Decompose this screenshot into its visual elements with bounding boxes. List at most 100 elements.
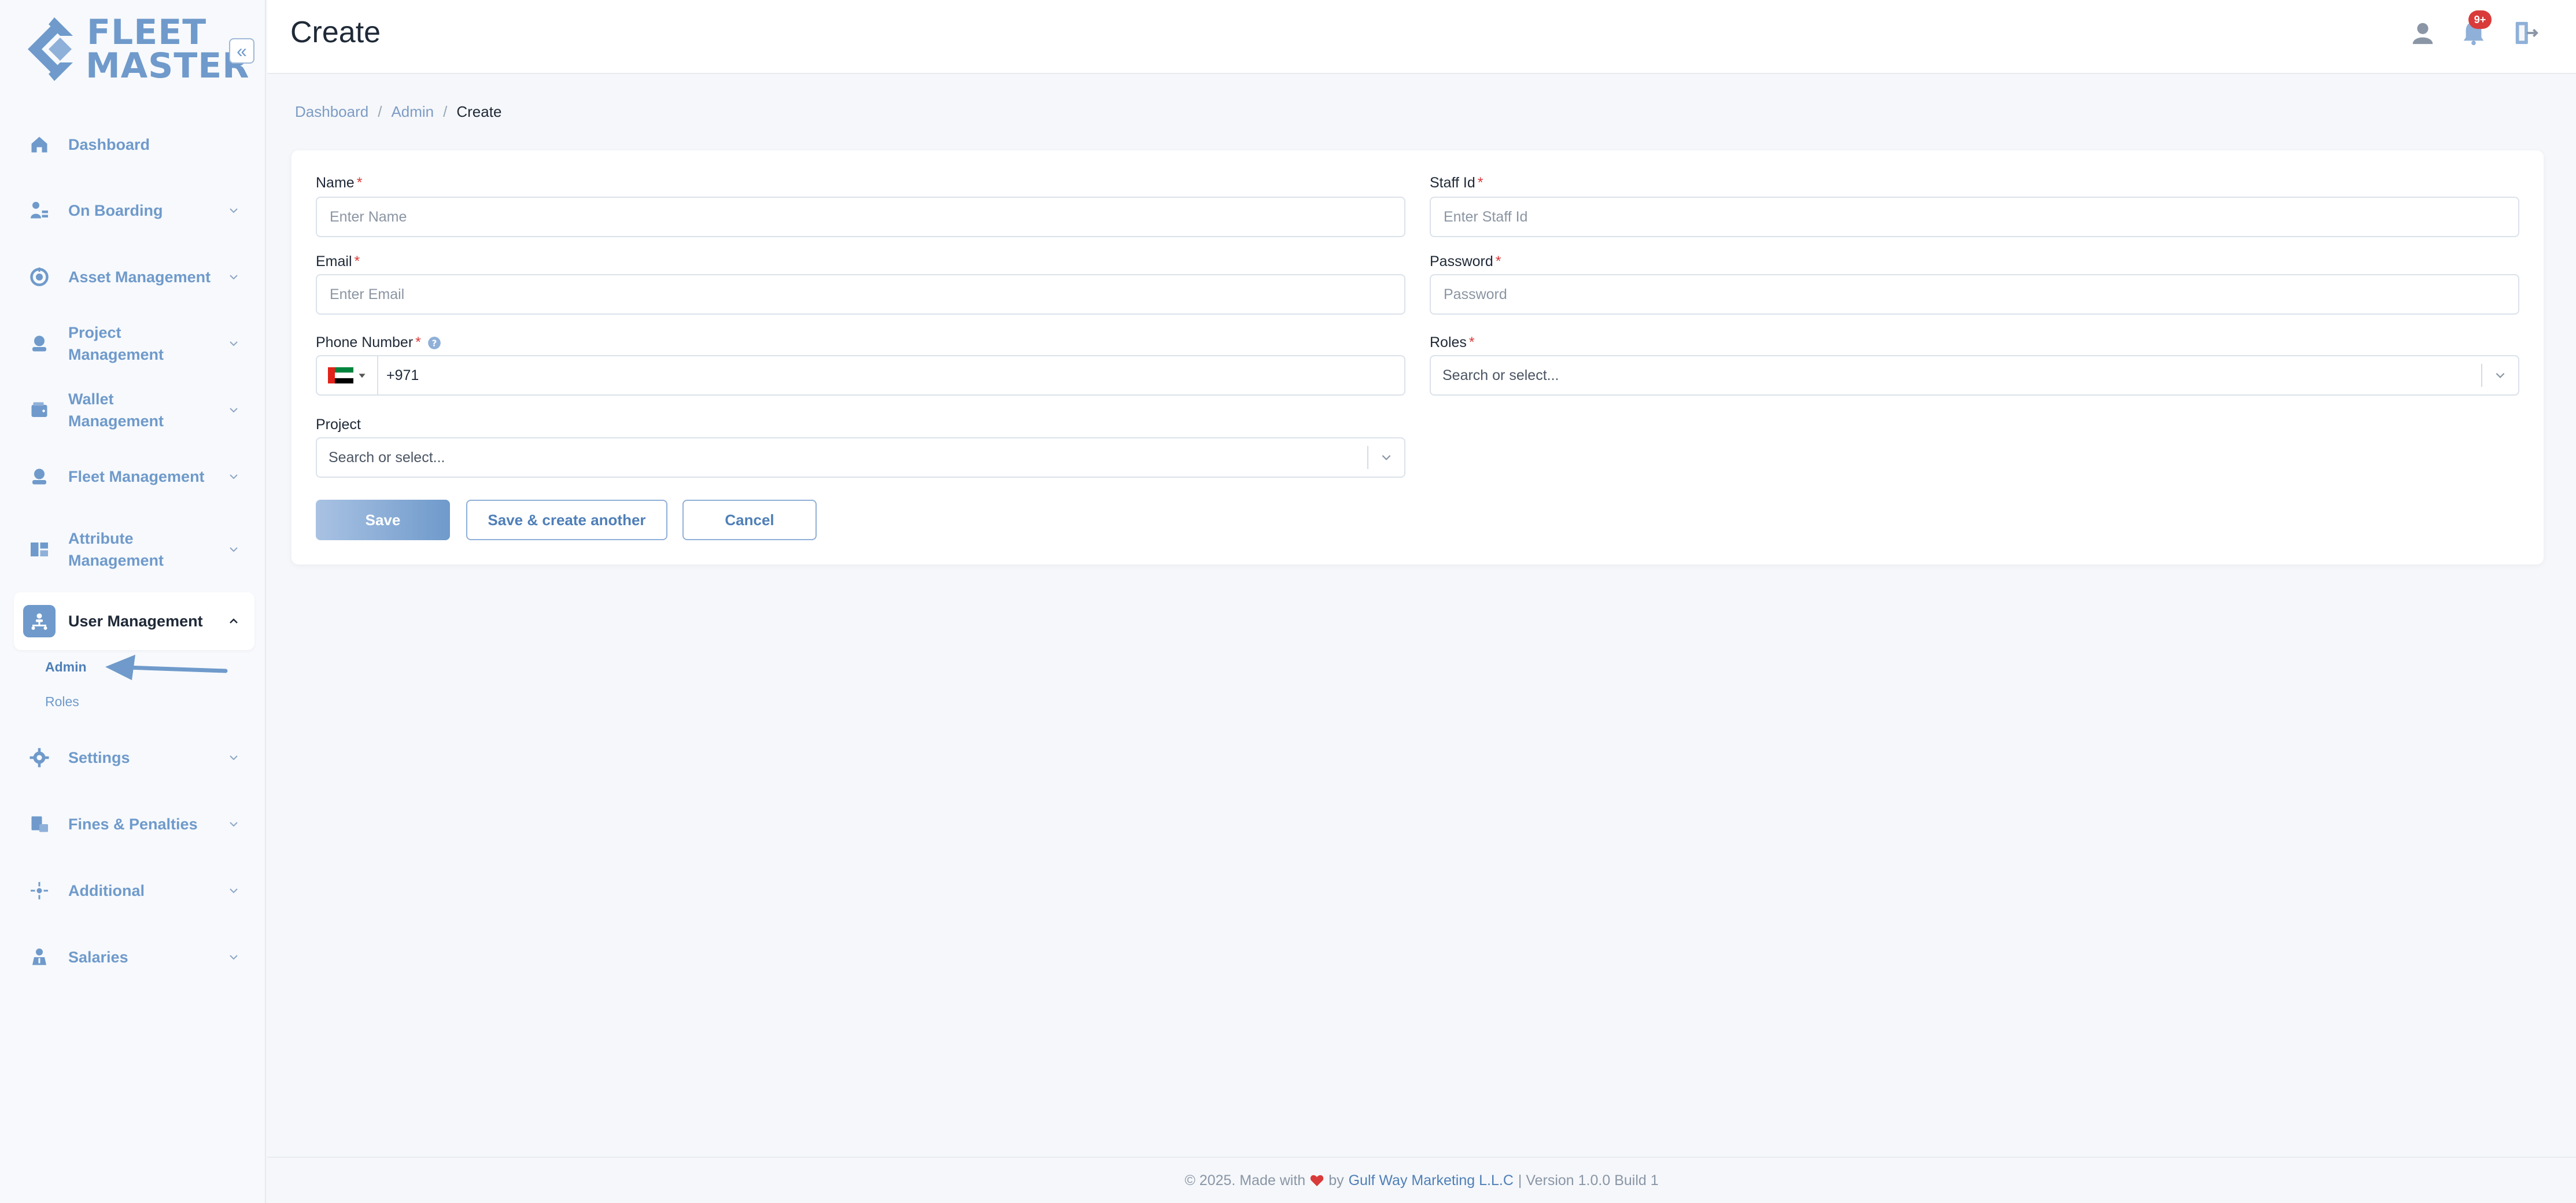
name-label: Name * xyxy=(316,175,363,191)
collapse-sidebar-button[interactable]: « xyxy=(229,38,254,64)
sidebar-item-label: Fleet Management xyxy=(68,468,205,485)
fleet-icon xyxy=(23,460,56,493)
heart-icon xyxy=(1310,1175,1324,1186)
notification-badge: 9+ xyxy=(2468,10,2492,29)
chevron-down-icon xyxy=(230,888,238,894)
staff-id-input[interactable] xyxy=(1430,197,2519,237)
sidebar-subitem-admin[interactable]: Admin xyxy=(45,659,87,675)
chevron-down-icon xyxy=(230,275,238,280)
help-icon[interactable]: ? xyxy=(427,335,442,350)
sidebar-item-on-boarding[interactable]: On Boarding xyxy=(14,182,254,239)
breadcrumb-dashboard[interactable]: Dashboard xyxy=(295,103,368,121)
roles-label: Roles * xyxy=(1430,334,1475,350)
app-logo[interactable]: FLEET MASTER xyxy=(25,15,249,83)
user-profile-icon[interactable] xyxy=(2409,20,2436,46)
required-marker: * xyxy=(1477,175,1483,191)
sidebar-item-label: User Management xyxy=(68,612,203,630)
footer-version: | Version 1.0.0 Build 1 xyxy=(1518,1172,1659,1189)
project-select-placeholder: Search or select... xyxy=(329,449,445,466)
breadcrumb-separator: / xyxy=(443,103,448,120)
sidebar-item-label: Wallet Management xyxy=(68,390,164,430)
sidebar-item-user-management[interactable]: User Management xyxy=(14,592,254,650)
required-marker: * xyxy=(1495,253,1501,270)
required-marker: * xyxy=(356,175,363,191)
sidebar-item-fleet-management[interactable]: Fleet Management xyxy=(14,448,254,505)
attribute-icon xyxy=(23,533,56,566)
salaries-icon xyxy=(23,941,56,973)
home-icon xyxy=(23,128,56,161)
save-button[interactable]: Save xyxy=(316,500,450,540)
sidebar-item-label: Fines & Penalties xyxy=(68,815,198,833)
cancel-button[interactable]: Cancel xyxy=(682,500,817,540)
sidebar-item-asset-management[interactable]: Asset Management xyxy=(14,248,254,306)
email-label: Email * xyxy=(316,253,360,270)
additional-icon xyxy=(23,874,56,907)
chevron-down-icon xyxy=(2482,369,2518,382)
required-marker: * xyxy=(415,334,421,350)
sidebar-item-settings[interactable]: Settings xyxy=(14,729,254,787)
user-management-icon xyxy=(23,605,56,637)
logo-text: FLEET MASTER xyxy=(86,12,250,86)
sidebar-item-label: Salaries xyxy=(68,949,128,966)
onboarding-icon xyxy=(23,194,56,227)
chevron-down-icon xyxy=(230,755,238,761)
fines-icon xyxy=(23,808,56,840)
create-admin-form: Name* Staff Id* Email* Password* Phone N… xyxy=(291,150,2544,564)
breadcrumb: Dashboard / Admin / Create xyxy=(295,103,501,121)
chevron-down-icon xyxy=(230,208,238,213)
roles-select[interactable]: Search or select... xyxy=(1430,355,2519,396)
project-label: Project xyxy=(316,416,361,433)
password-label: Password * xyxy=(1430,253,1501,270)
breadcrumb-current: Create xyxy=(456,103,502,120)
sidebar: FLEET MASTER « Dashboard On Boarding Ass… xyxy=(0,0,266,1203)
country-code-selector[interactable] xyxy=(317,356,378,394)
sidebar-item-dashboard[interactable]: Dashboard xyxy=(14,116,254,174)
logo-line-2: MASTER xyxy=(86,46,250,86)
phone-field xyxy=(316,355,1405,396)
sidebar-item-fines-penalties[interactable]: Fines & Penalties xyxy=(14,795,254,853)
top-header: Create xyxy=(267,0,2576,74)
double-chevron-left-icon: « xyxy=(237,40,247,61)
project-select[interactable]: Search or select... xyxy=(316,437,1405,478)
uae-flag-icon xyxy=(328,367,353,384)
name-input[interactable] xyxy=(316,197,1405,237)
chevron-down-icon xyxy=(230,955,238,960)
sidebar-item-attribute-management[interactable]: Attribute Management xyxy=(14,521,254,578)
sidebar-item-label: Dashboard xyxy=(68,136,150,153)
chevron-down-icon xyxy=(230,341,238,346)
sidebar-item-label: Settings xyxy=(68,749,130,766)
logo-line-1: FLEET xyxy=(87,12,207,53)
sidebar-item-label: Additional xyxy=(68,882,145,899)
email-input[interactable] xyxy=(316,274,1405,315)
sidebar-item-project-management[interactable]: Project Management xyxy=(14,315,254,372)
logout-icon[interactable] xyxy=(2512,20,2539,46)
password-input[interactable] xyxy=(1430,274,2519,315)
required-marker: * xyxy=(354,253,360,270)
project-icon xyxy=(23,327,56,360)
footer-company-link[interactable]: Gulf Way Marketing L.L.C xyxy=(1349,1172,1514,1189)
sidebar-item-salaries[interactable]: Salaries xyxy=(14,928,254,986)
sidebar-subitem-roles[interactable]: Roles xyxy=(45,694,79,710)
sidebar-item-label: Project Management xyxy=(68,324,164,363)
page-title: Create xyxy=(290,16,381,49)
required-marker: * xyxy=(1468,334,1475,350)
asset-icon xyxy=(23,261,56,293)
logo-mark-icon xyxy=(28,17,73,81)
roles-select-placeholder: Search or select... xyxy=(1442,367,1559,383)
settings-icon xyxy=(23,741,56,774)
sidebar-item-wallet-management[interactable]: Wallet Management xyxy=(14,381,254,439)
sidebar-item-additional[interactable]: Additional xyxy=(14,862,254,920)
phone-input[interactable] xyxy=(378,357,1404,393)
sidebar-item-label: Asset Management xyxy=(68,268,211,286)
caret-down-icon xyxy=(359,374,366,378)
phone-label: Phone Number * ? xyxy=(316,334,442,351)
chevron-down-icon xyxy=(230,474,238,479)
footer-copyright: © 2025. Made with xyxy=(1184,1172,1306,1189)
chevron-down-icon xyxy=(230,408,238,413)
chevron-up-icon xyxy=(230,618,238,623)
save-and-create-another-button[interactable]: Save & create another xyxy=(466,500,667,540)
breadcrumb-admin[interactable]: Admin xyxy=(391,103,434,121)
sidebar-item-label: On Boarding xyxy=(68,202,163,219)
page-footer: © 2025. Made with by Gulf Way Marketing … xyxy=(267,1157,2576,1203)
chevron-down-icon xyxy=(1368,451,1404,464)
